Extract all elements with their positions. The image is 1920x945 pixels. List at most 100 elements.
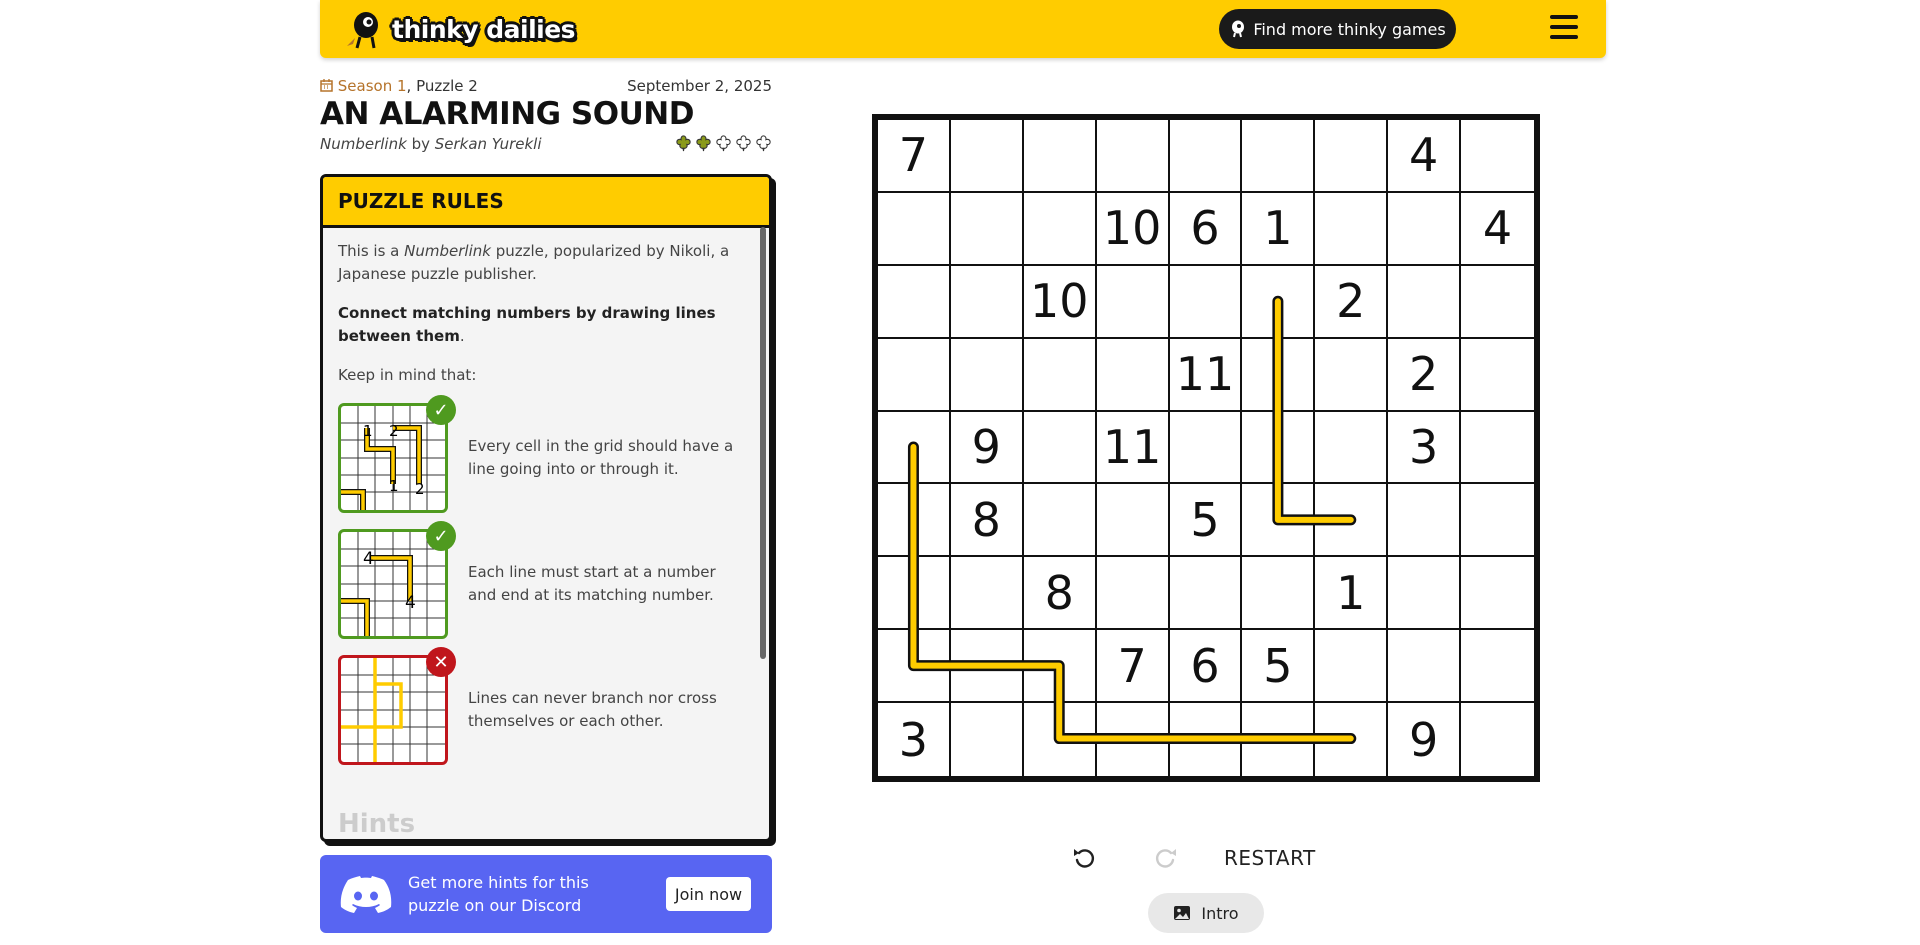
grid-cell[interactable] [1169,120,1243,193]
grid-cell-number[interactable]: 5 [1242,630,1316,704]
keep-in-mind-label: Keep in mind that: [338,366,477,384]
puzzle-byline: Numberlink by Serkan Yurekli [320,135,542,153]
intro-button[interactable]: Intro [1148,893,1264,933]
grid-cell[interactable] [950,557,1024,631]
grid-cell[interactable] [1023,411,1097,485]
grid-cell-number[interactable]: 10 [1023,265,1097,339]
rule-example-text: Each line must start at a number and end… [468,563,716,604]
grid-cell-number[interactable]: 6 [1169,630,1243,704]
site-logo[interactable]: thinky dailies [344,6,576,52]
grid-cell[interactable] [1388,630,1462,704]
grid-cell-number[interactable]: 5 [1169,484,1243,558]
grid-cell-number[interactable]: 7 [878,120,951,193]
grid-cell[interactable] [1169,411,1243,485]
grid-cell[interactable] [878,338,951,412]
grid-cell[interactable] [1461,120,1534,193]
grid-cell[interactable] [1315,192,1389,266]
grid-cell-number[interactable]: 11 [1169,338,1243,412]
grid-cell[interactable] [1242,120,1316,193]
grid-cell[interactable] [950,338,1024,412]
grid-cell-number[interactable]: 10 [1096,192,1170,266]
grid-cell-number[interactable]: 8 [1023,557,1097,631]
grid-cell-number[interactable]: 9 [1388,703,1462,776]
grid-cell[interactable] [1388,557,1462,631]
grid-cell-number[interactable]: 1 [1315,557,1389,631]
grid-cell-number[interactable]: 4 [1461,193,1534,266]
grid-cell[interactable] [1461,484,1534,558]
grid-cell[interactable] [1461,703,1534,776]
grid-cell-number[interactable]: 3 [878,703,951,776]
grid-cell[interactable] [1169,265,1243,339]
grid-cell[interactable] [1461,557,1534,631]
grid-cell-number[interactable]: 7 [1096,630,1170,704]
grid-cell[interactable] [1023,192,1097,266]
grid-cell[interactable] [951,703,1024,776]
puzzle-title: AN ALARMING SOUND [320,96,694,132]
grid-cell[interactable] [1242,557,1316,631]
grid-cell[interactable] [1242,484,1316,558]
difficulty-leaf-empty-icon [736,135,751,152]
grid-cell[interactable] [878,192,951,266]
grid-cell[interactable] [1315,630,1389,704]
grid-cell[interactable] [1242,338,1316,412]
grid-cell-number[interactable]: 3 [1388,411,1462,485]
grid-cell[interactable] [1388,192,1462,266]
find-more-games-button[interactable]: Find more thinky games [1219,9,1456,49]
grid-cell[interactable] [1315,411,1389,485]
difficulty-rating [674,134,773,153]
rules-scrollbar[interactable] [760,227,766,659]
grid-cell-number[interactable]: 6 [1169,192,1243,266]
grid-cell[interactable] [878,265,951,339]
grid-cell[interactable] [1242,265,1316,339]
grid-cell[interactable] [1023,120,1097,193]
grid-cell[interactable] [1097,703,1170,776]
grid-cell[interactable] [1242,703,1316,776]
grid-cell-number[interactable]: 2 [1315,265,1389,339]
grid-cell[interactable] [1315,120,1389,193]
join-discord-button[interactable]: Join now [666,877,751,911]
grid-cell[interactable] [950,120,1024,193]
restart-button[interactable]: RESTART [1224,846,1316,870]
redo-icon[interactable] [1152,844,1180,872]
grid-cell-number[interactable]: 11 [1096,411,1170,485]
grid-cell[interactable] [950,630,1024,704]
grid-cell[interactable] [1315,484,1389,558]
grid-cell[interactable] [1023,484,1097,558]
grid-cell[interactable] [1169,557,1243,631]
grid-cell[interactable] [1242,411,1316,485]
hamburger-icon[interactable] [1550,15,1578,41]
grid-cell[interactable] [1096,265,1170,339]
grid-cell[interactable] [878,630,951,704]
grid-cell[interactable] [1388,265,1462,339]
grid-cell-number[interactable]: 1 [1242,192,1316,266]
season-link[interactable]: Season 1 [338,77,407,95]
grid-cell[interactable] [950,265,1024,339]
grid-cell[interactable] [1096,557,1170,631]
grid-cell[interactable] [1170,703,1243,776]
grid-cell[interactable] [1461,412,1534,485]
puzzle-grid[interactable]: 7 4 10 6 1 4 10 2 11 2 9 11 3 8 5 8 1 7 6 5 3 9 [872,114,1540,782]
grid-cell[interactable] [1315,703,1389,776]
grid-cell[interactable] [1461,630,1534,704]
grid-cell[interactable] [1096,338,1170,412]
grid-cell[interactable] [1461,266,1534,339]
grid-cell-number[interactable]: 2 [1388,338,1462,412]
grid-cell[interactable] [1023,338,1097,412]
undo-icon[interactable] [1070,844,1098,872]
grid-cell-number[interactable]: 9 [950,411,1024,485]
grid-cell-number[interactable]: 8 [950,484,1024,558]
grid-cell[interactable] [878,484,951,558]
grid-cell[interactable] [1096,484,1170,558]
rules-body[interactable]: This is a Numberlink puzzle, popularized… [323,228,769,765]
grid-cell[interactable] [878,411,951,485]
grid-cell[interactable] [1315,338,1389,412]
grid-cell[interactable] [1388,484,1462,558]
puzzle-board[interactable]: 7 4 10 6 1 4 10 2 11 2 9 11 3 8 5 8 1 7 6 5 3 9 [872,114,1540,782]
grid-cell[interactable] [878,557,951,631]
grid-cell[interactable] [1024,703,1097,776]
grid-cell[interactable] [1096,120,1170,193]
grid-cell[interactable] [950,192,1024,266]
grid-cell[interactable] [1023,630,1097,704]
grid-cell-number[interactable]: 4 [1388,120,1462,193]
grid-cell[interactable] [1461,339,1534,412]
